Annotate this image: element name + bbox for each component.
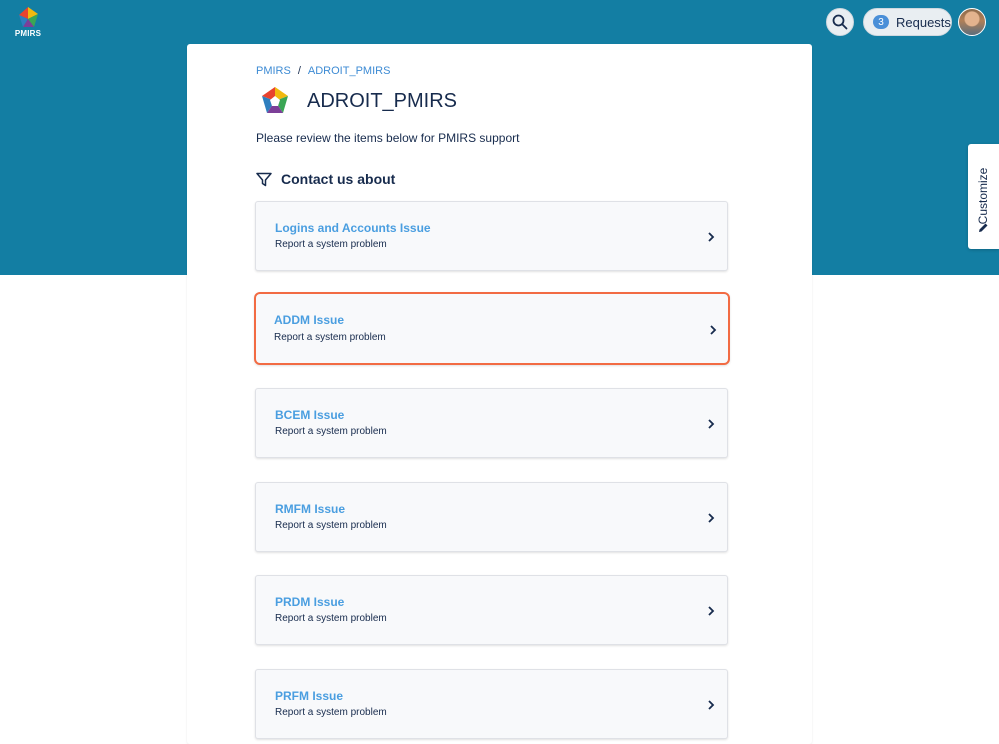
chevron-right-icon xyxy=(708,606,715,616)
customize-label: Customize xyxy=(976,167,990,225)
chevron-right-icon xyxy=(710,325,717,335)
request-type-addm[interactable]: ADDM Issue Report a system problem xyxy=(254,292,730,365)
search-icon xyxy=(832,14,848,30)
site-logo[interactable]: PMIRS xyxy=(14,6,42,38)
request-type-rmfm[interactable]: RMFM Issue Report a system problem xyxy=(255,482,728,552)
chevron-right-icon xyxy=(708,513,715,523)
request-type-title: BCEM Issue xyxy=(275,408,345,422)
request-type-title: PRFM Issue xyxy=(275,689,344,703)
customize-button[interactable]: Customize xyxy=(968,144,999,249)
filter-icon xyxy=(256,172,272,186)
request-type-title: PRDM Issue xyxy=(275,595,345,609)
request-type-description: Report a system problem xyxy=(274,332,386,343)
request-type-description: Report a system problem xyxy=(275,520,387,531)
chevron-right-icon xyxy=(708,419,715,429)
request-type-prfm[interactable]: PRFM Issue Report a system problem xyxy=(255,669,728,739)
user-avatar[interactable] xyxy=(958,8,986,36)
section-title: Contact us about xyxy=(281,171,396,187)
pmirs-logo-icon xyxy=(19,7,38,27)
request-type-bcem[interactable]: BCEM Issue Report a system problem xyxy=(255,388,728,458)
request-type-title: Logins and Accounts Issue xyxy=(275,221,431,235)
search-button[interactable] xyxy=(826,8,854,36)
chevron-right-icon xyxy=(708,232,715,242)
breadcrumb-adroit-pmirs[interactable]: ADROIT_PMIRS xyxy=(308,65,391,77)
requests-count-badge: 3 xyxy=(873,15,889,29)
breadcrumb-separator: / xyxy=(297,65,301,77)
request-type-title: RMFM Issue xyxy=(275,502,346,516)
request-type-prdm[interactable]: PRDM Issue Report a system problem xyxy=(255,575,728,645)
request-type-title: ADDM Issue xyxy=(274,313,345,327)
breadcrumb-pmirs[interactable]: PMIRS xyxy=(256,65,291,77)
breadcrumb: PMIRS / ADROIT_PMIRS xyxy=(256,65,390,77)
request-type-logins-and-accounts[interactable]: Logins and Accounts Issue Report a syste… xyxy=(255,201,728,271)
request-type-description: Report a system problem xyxy=(275,707,387,718)
page-title: ADROIT_PMIRS xyxy=(307,90,458,112)
section-header: Contact us about xyxy=(256,171,395,187)
request-type-description: Report a system problem xyxy=(275,613,387,624)
project-logo-icon xyxy=(262,87,288,113)
requests-label: Requests xyxy=(896,14,951,30)
requests-button[interactable]: 3 Requests xyxy=(863,8,952,36)
intro-text: Please review the items below for PMIRS … xyxy=(256,131,520,145)
request-type-description: Report a system problem xyxy=(275,239,387,250)
logo-text: PMIRS xyxy=(14,29,42,38)
request-type-description: Report a system problem xyxy=(275,426,387,437)
portal-card: PMIRS / ADROIT_PMIRS ADROIT_PMIRS Please… xyxy=(187,44,812,744)
chevron-right-icon xyxy=(708,700,715,710)
pencil-icon xyxy=(979,223,988,232)
